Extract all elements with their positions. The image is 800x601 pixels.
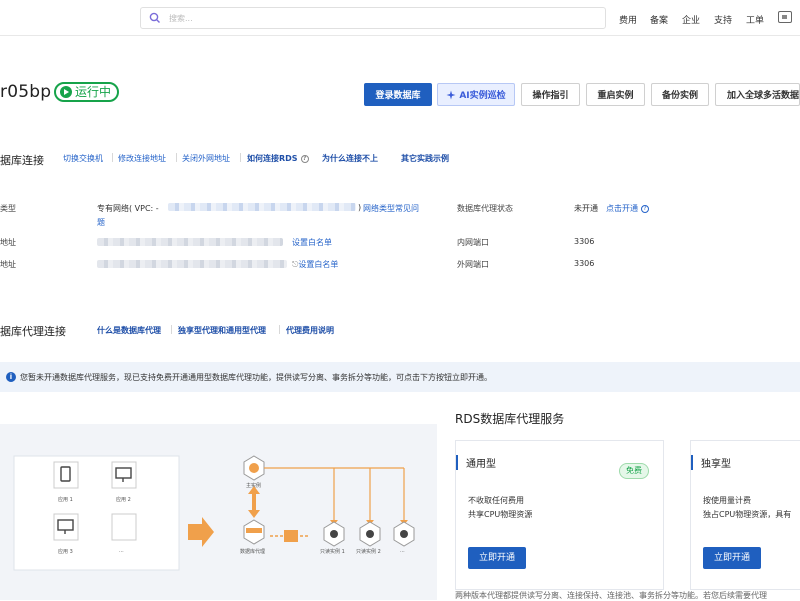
- status-badge: 运行中: [54, 82, 120, 102]
- proxy-section-title: 据库代理连接: [0, 325, 66, 338]
- divider: [240, 153, 241, 162]
- network-type-paren: ): [358, 203, 362, 212]
- backup-button[interactable]: 备份实例: [651, 83, 709, 106]
- proxy-architecture-diagram: 应用 1 应用 2 应用 3 ... 主实例 数据库代理 只读实例 1 只读实例…: [0, 424, 437, 600]
- general-open-button[interactable]: 立即开通: [468, 547, 526, 569]
- app-3-icon: [53, 513, 79, 541]
- service-footnote: 两种版本代理都提供读写分离、连接保持、连接池、事务拆分等功能。若您后续需要代理: [455, 591, 767, 600]
- readonly-1-label: 只读实例 1: [320, 549, 345, 555]
- help-icon: ?: [300, 154, 309, 163]
- network-type-value: 专有网络( VPC: -: [97, 204, 159, 213]
- proxy-label: 数据库代理: [240, 549, 266, 555]
- ai-icon: [446, 90, 456, 99]
- outer-port-label: 外网端口: [457, 260, 489, 269]
- network-faq-link-wrap[interactable]: 题: [97, 217, 105, 228]
- search-placeholder: 搜索...: [169, 14, 193, 23]
- notice-text: 您暂未开通数据库代理服务，现已支持免费开通通用型数据库代理功能，提供读写分离、事…: [20, 373, 492, 382]
- app-1-icon: [53, 461, 79, 489]
- proxy-open-link[interactable]: 点击开通?: [606, 203, 649, 214]
- how-connect-link[interactable]: 如何连接RDS?: [247, 153, 309, 164]
- guide-button[interactable]: 操作指引: [521, 83, 580, 106]
- divider: [176, 153, 177, 162]
- close-public-link[interactable]: 关闭外网地址: [182, 153, 230, 164]
- play-icon: [60, 86, 72, 98]
- dedicated-open-button[interactable]: 立即开通: [703, 547, 761, 569]
- readonly-more-label: ...: [400, 548, 405, 554]
- app-more-label: ...: [119, 548, 124, 554]
- divider: [279, 325, 280, 334]
- ai-inspect-label: AI实例巡检: [459, 91, 506, 101]
- instance-name: r05bp: [0, 82, 52, 102]
- free-badge: 免费: [619, 463, 649, 479]
- nav-ticket[interactable]: 工单: [746, 13, 764, 26]
- public-address-label: 地址: [0, 260, 16, 269]
- switch-vswitch-link[interactable]: 切换交换机: [63, 153, 103, 164]
- search-input[interactable]: 搜索...: [140, 7, 606, 29]
- nav-filing[interactable]: 备案: [650, 13, 668, 26]
- app-2-icon: [111, 461, 137, 489]
- modify-address-link[interactable]: 修改连接地址: [118, 153, 166, 164]
- general-card-line1: 不收取任何费用: [468, 496, 524, 505]
- architecture-illustration: [13, 455, 415, 571]
- network-faq-link[interactable]: 网络类型常见问: [363, 203, 419, 214]
- outer-port-value: 3306: [574, 259, 595, 268]
- proxy-open-label: 点击开通: [606, 204, 638, 213]
- dedicated-card-line2: 独占CPU物理资源，具有: [703, 510, 792, 519]
- divider: [112, 153, 113, 162]
- app-3-label: 应用 3: [58, 549, 73, 555]
- proxy-status-label: 数据库代理状态: [457, 204, 513, 213]
- search-icon: [149, 12, 160, 23]
- whitelist-link-2[interactable]: ⎋设置白名单: [292, 259, 338, 270]
- redacted-intranet-address: [97, 238, 283, 246]
- conn-section-title: 据库连接: [0, 154, 44, 167]
- dedicated-card-line1: 按使用量计费: [703, 496, 751, 505]
- image-icon[interactable]: [778, 11, 792, 23]
- login-db-button[interactable]: 登录数据库: [364, 83, 432, 106]
- nav-support[interactable]: 支持: [714, 13, 732, 26]
- join-global-button[interactable]: 加入全球多活数据库: [715, 83, 800, 106]
- dedicated-proxy-card: 独享型 按使用量计费 独占CPU物理资源，具有 立即开通: [690, 440, 800, 590]
- nav-enterprise[interactable]: 企业: [682, 13, 700, 26]
- readonly-2-label: 只读实例 2: [356, 549, 381, 555]
- proxy-status-value: 未开通: [574, 204, 598, 213]
- other-examples-link[interactable]: 其它实践示例: [401, 153, 449, 164]
- info-icon: i: [6, 372, 16, 382]
- proxy-types-link[interactable]: 独享型代理和通用型代理: [178, 325, 266, 336]
- why-fail-link[interactable]: 为什么连接不上: [322, 153, 378, 164]
- proxy-service-title: RDS数据库代理服务: [455, 412, 565, 426]
- how-connect-label: 如何连接RDS: [247, 154, 298, 163]
- general-proxy-card: 通用型 免费 不收取任何费用 共享CPU物理资源 立即开通: [455, 440, 664, 590]
- inner-port-value: 3306: [574, 237, 595, 246]
- top-bar: 搜索... 费用 备案 企业 支持 工单: [0, 0, 800, 36]
- general-card-line2: 共享CPU物理资源: [468, 510, 533, 519]
- redacted-public-address: [97, 260, 287, 268]
- inner-port-label: 内网端口: [457, 238, 489, 247]
- dedicated-card-title: 独享型: [691, 455, 731, 470]
- nav-fees[interactable]: 费用: [619, 13, 637, 26]
- divider: [171, 325, 172, 334]
- app-2-label: 应用 2: [116, 497, 131, 503]
- whitelist-link-2-label: 设置白名单: [298, 260, 339, 269]
- what-is-proxy-link[interactable]: 什么是数据库代理: [97, 325, 161, 336]
- proxy-fees-link[interactable]: 代理费用说明: [286, 325, 334, 336]
- ai-inspect-button[interactable]: AI实例巡检: [437, 83, 515, 106]
- help-icon: ?: [641, 204, 649, 213]
- intranet-address-label: 地址: [0, 238, 16, 247]
- master-label: 主实例: [246, 483, 262, 489]
- network-type-label: 类型: [0, 204, 16, 213]
- app-1-label: 应用 1: [58, 497, 73, 503]
- proxy-notice: i 您暂未开通数据库代理服务，现已支持免费开通通用型数据库代理功能，提供读写分离…: [0, 362, 800, 392]
- restart-button[interactable]: 重启实例: [586, 83, 645, 106]
- redacted-vpc-id: [168, 203, 356, 211]
- general-card-title: 通用型: [456, 455, 496, 470]
- whitelist-link-1[interactable]: 设置白名单: [292, 237, 332, 248]
- status-text: 运行中: [75, 85, 112, 99]
